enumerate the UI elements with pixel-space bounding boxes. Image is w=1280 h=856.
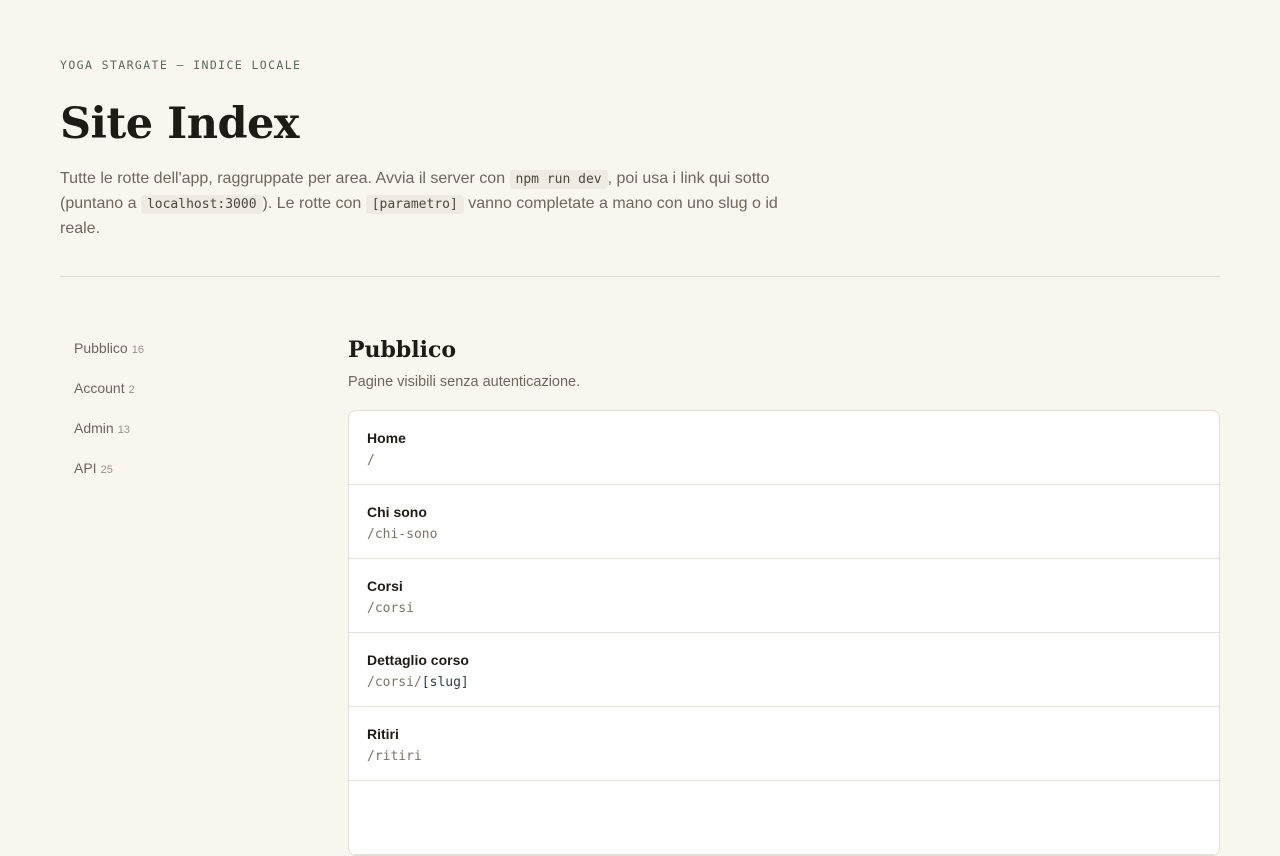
sidebar-nav: Pubblico 16 Account 2 Admin 13 API 25 xyxy=(60,336,348,856)
route-path: /corsi/[slug] xyxy=(367,674,1201,692)
sidebar-item-label: API xyxy=(74,460,97,476)
route-link-ritiri[interactable]: Ritiri /ritiri xyxy=(349,707,1219,781)
section-title: Pubblico xyxy=(348,337,457,363)
sidebar-item-count: 2 xyxy=(128,384,135,396)
inline-code: localhost:3000 xyxy=(140,195,263,214)
sidebar-item-label: Account xyxy=(74,380,125,396)
route-path: /corsi xyxy=(367,600,1201,618)
route-name: Ritiri xyxy=(367,726,399,742)
route-path: /chi-sono xyxy=(367,526,1201,544)
route-link-corsi[interactable]: Corsi /corsi xyxy=(349,559,1219,633)
page-title: Site Index xyxy=(60,99,300,149)
route-link-next[interactable] xyxy=(349,781,1219,855)
section-description: Pagine visibili senza autenticazione. xyxy=(348,374,581,390)
route-link-dettaglio-corso[interactable]: Dettaglio corso /corsi/[slug] xyxy=(349,633,1219,707)
content-area: Pubblico 16 Account 2 Admin 13 API 25 Pu… xyxy=(60,336,1220,856)
route-link-home[interactable]: Home / xyxy=(349,411,1219,485)
sidebar-item-pubblico[interactable]: Pubblico 16 xyxy=(60,336,348,376)
sidebar-item-count: 13 xyxy=(117,424,130,436)
sidebar-item-count: 25 xyxy=(100,464,113,476)
main-section: Pubblico Pagine visibili senza autentica… xyxy=(348,336,1220,856)
route-name: Corsi xyxy=(367,578,403,594)
inline-code: npm run dev xyxy=(509,170,608,189)
sidebar-item-label: Admin xyxy=(74,420,114,436)
sidebar-item-api[interactable]: API 25 xyxy=(60,456,348,496)
sidebar-item-label: Pubblico xyxy=(74,340,128,356)
route-path-text: /ritiri xyxy=(367,749,422,764)
route-param: [slug] xyxy=(421,675,469,690)
sidebar-item-account[interactable]: Account 2 xyxy=(60,376,348,416)
route-path-text: /chi-sono xyxy=(367,527,438,542)
route-name: Dettaglio corso xyxy=(367,652,469,668)
intro-text: Tutte le rotte dell'app, raggruppate per… xyxy=(60,167,800,241)
route-path-text: / xyxy=(367,453,375,468)
intro-text-part: ). Le rotte con xyxy=(262,195,366,212)
intro-text-part: Tutte le rotte dell'app, raggruppate per… xyxy=(60,170,510,187)
inline-code: [parametro] xyxy=(365,195,464,214)
header-divider xyxy=(60,276,1220,277)
route-link-chi-sono[interactable]: Chi sono /chi-sono xyxy=(349,485,1219,559)
sidebar-item-count: 16 xyxy=(131,344,144,356)
route-path: / xyxy=(367,452,1201,470)
route-name: Chi sono xyxy=(367,504,427,520)
route-path-text: /corsi/ xyxy=(367,675,422,690)
route-path: /ritiri xyxy=(367,748,1201,766)
route-name: Home xyxy=(367,430,406,446)
route-list: Home / Chi sono /chi-sono Corsi /corsi D… xyxy=(348,410,1220,856)
page: YOGA STARGATE — INDICE LOCALE Site Index… xyxy=(0,0,1280,856)
eyebrow: YOGA STARGATE — INDICE LOCALE xyxy=(60,58,302,72)
route-path-text: /corsi xyxy=(367,601,414,616)
sidebar-item-admin[interactable]: Admin 13 xyxy=(60,416,348,456)
